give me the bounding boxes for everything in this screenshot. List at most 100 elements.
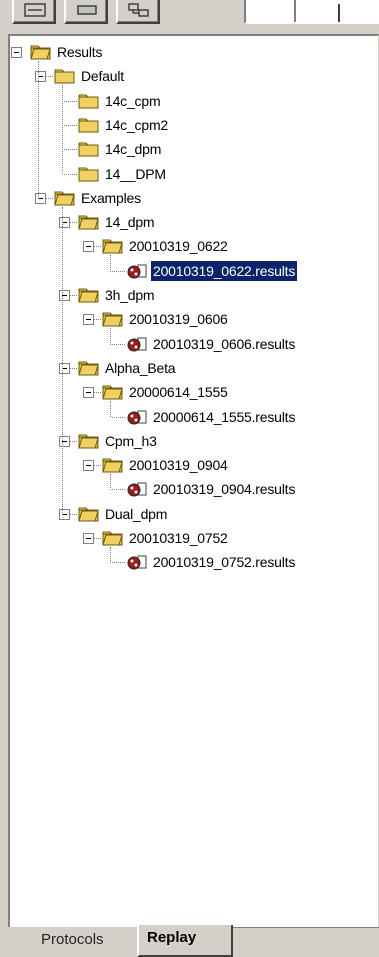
collapse-toggle-icon[interactable] bbox=[59, 508, 70, 520]
tree-node-label: 14c_dpm bbox=[105, 141, 162, 158]
tree-result-node[interactable]: 20010319_0606.results bbox=[126, 333, 297, 355]
tree-connector bbox=[112, 489, 125, 491]
list-icon bbox=[24, 3, 46, 17]
collapse-toggle-icon[interactable] bbox=[35, 71, 46, 83]
toolbar bbox=[0, 0, 379, 30]
tree-folder-node[interactable]: Results bbox=[30, 41, 104, 63]
tree-connector bbox=[64, 100, 77, 102]
tree-connector bbox=[64, 124, 77, 126]
tree-node-label: Results bbox=[57, 44, 103, 60]
folder-icon bbox=[78, 118, 99, 133]
tree-folder-node[interactable]: Cpm_h3 bbox=[78, 430, 159, 452]
folder-open-icon bbox=[102, 312, 123, 327]
collapse-toggle-icon[interactable] bbox=[59, 217, 70, 229]
folder-open-icon bbox=[102, 458, 123, 473]
tree-node-label: Alpha_Beta bbox=[105, 359, 176, 376]
tree-node-label: 20010319_0606.results bbox=[153, 335, 296, 352]
toolbar-button-minus[interactable] bbox=[64, 0, 108, 24]
field-divider bbox=[246, 0, 296, 22]
tree-folder-node[interactable]: 14c_cpm2 bbox=[78, 114, 170, 136]
tree-node-label: 20010319_0622.results bbox=[151, 260, 298, 281]
tree-connector bbox=[62, 206, 63, 515]
tree-connector bbox=[64, 149, 77, 151]
tree-folder-node[interactable]: 14c_dpm bbox=[78, 138, 163, 160]
tree-connector bbox=[110, 328, 111, 345]
folder-open-icon bbox=[30, 45, 51, 60]
tree-connector bbox=[38, 61, 39, 199]
tree-folder-node[interactable]: 20010319_0622 bbox=[102, 235, 230, 257]
tree-node-label: 20010319_0752 bbox=[129, 530, 228, 546]
collapse-toggle-icon[interactable] bbox=[83, 241, 94, 253]
tree-folder-node[interactable]: Dual_dpm bbox=[78, 503, 169, 525]
folder-open-icon bbox=[102, 531, 123, 546]
tree-connector bbox=[112, 416, 125, 418]
results-file-icon bbox=[127, 337, 147, 352]
collapse-toggle-icon[interactable] bbox=[59, 362, 70, 374]
tab-protocols[interactable]: Protocols bbox=[33, 927, 137, 955]
results-file-icon bbox=[127, 410, 147, 424]
field-caret bbox=[338, 4, 340, 22]
tree-connector bbox=[112, 562, 125, 564]
folder-icon bbox=[78, 94, 99, 109]
tree-connector bbox=[64, 173, 77, 175]
results-file-icon bbox=[127, 264, 147, 279]
collapse-toggle-icon[interactable] bbox=[83, 533, 94, 544]
toolbar-field[interactable] bbox=[244, 0, 379, 24]
tree-result-node[interactable]: 20000614_1555.results bbox=[126, 406, 297, 428]
tree-folder-node[interactable]: 3h_dpm bbox=[78, 284, 156, 306]
tree-icon bbox=[128, 3, 149, 17]
tree-node-label: 20000614_1555 bbox=[129, 384, 228, 401]
tree-node-label: 3h_dpm bbox=[105, 287, 155, 303]
tree-node-label: Default bbox=[81, 68, 124, 85]
collapse-toggle-icon[interactable] bbox=[59, 435, 70, 447]
folder-open-icon bbox=[54, 191, 75, 206]
tree-connector bbox=[110, 255, 111, 272]
tree-folder-node[interactable]: Examples bbox=[54, 187, 143, 209]
tree-node-label: 14c_cpm bbox=[105, 92, 161, 109]
folder-open-icon bbox=[102, 385, 123, 400]
collapse-toggle-icon[interactable] bbox=[83, 387, 94, 399]
tree-connector bbox=[110, 401, 111, 418]
tree-folder-node[interactable]: 20010319_0606 bbox=[102, 308, 230, 330]
tree-node-label: 20010319_0904 bbox=[129, 457, 228, 474]
results-file-icon bbox=[127, 555, 147, 570]
collapse-toggle-icon[interactable] bbox=[83, 314, 94, 326]
tree-folder-node[interactable]: 14__DPM bbox=[78, 163, 168, 185]
tree-connector bbox=[112, 343, 125, 345]
minus-icon bbox=[77, 5, 97, 15]
results-file-icon bbox=[127, 482, 147, 497]
collapse-toggle-icon[interactable] bbox=[59, 290, 70, 301]
tree-result-node[interactable]: 20010319_0622.results bbox=[126, 260, 298, 282]
tree-node-label: 20010319_0622 bbox=[129, 238, 228, 255]
tree-folder-node[interactable]: 14c_cpm bbox=[78, 90, 162, 112]
folder-open-icon bbox=[78, 507, 99, 522]
tree-result-node[interactable]: 20010319_0752.results bbox=[126, 551, 297, 573]
tree-folder-node[interactable]: 20010319_0752 bbox=[102, 527, 230, 549]
tab-divider bbox=[233, 927, 379, 928]
tree-node-label: 14__DPM bbox=[105, 165, 166, 182]
folder-open-icon bbox=[78, 434, 99, 449]
toolbar-button-list[interactable] bbox=[12, 0, 56, 24]
tree-result-node[interactable]: 20010319_0904.results bbox=[126, 478, 297, 500]
collapse-toggle-icon[interactable] bbox=[11, 47, 22, 58]
tree-node-label: 20010319_0606 bbox=[129, 311, 228, 328]
bottom-tab-bar: Protocols Replay bbox=[0, 925, 379, 957]
tree-folder-node[interactable]: Default bbox=[54, 65, 126, 87]
folder-open-icon bbox=[78, 215, 99, 230]
tree-folder-node[interactable]: 20000614_1555 bbox=[102, 381, 230, 403]
tree-connector bbox=[110, 547, 111, 564]
tree-connector bbox=[112, 270, 125, 272]
collapse-toggle-icon[interactable] bbox=[83, 460, 94, 472]
tree-connector bbox=[110, 474, 111, 491]
tree-folder-node[interactable]: 14_dpm bbox=[78, 211, 156, 233]
folder-icon bbox=[78, 142, 99, 157]
collapse-toggle-icon[interactable] bbox=[35, 192, 46, 204]
tree-node-label: 20010319_0904.results bbox=[153, 481, 296, 498]
tree-folder-node[interactable]: 20010319_0904 bbox=[102, 454, 230, 476]
folder-icon bbox=[54, 69, 75, 84]
tree-folder-node[interactable]: Alpha_Beta bbox=[78, 357, 177, 379]
results-tree[interactable]: Results Default 14c_cpm 14c_cpm2 14c_dpm 14__… bbox=[8, 34, 379, 927]
tab-replay[interactable]: Replay bbox=[137, 925, 233, 957]
tree-node-label: Cpm_h3 bbox=[105, 432, 157, 449]
toolbar-button-tree[interactable] bbox=[116, 0, 160, 24]
